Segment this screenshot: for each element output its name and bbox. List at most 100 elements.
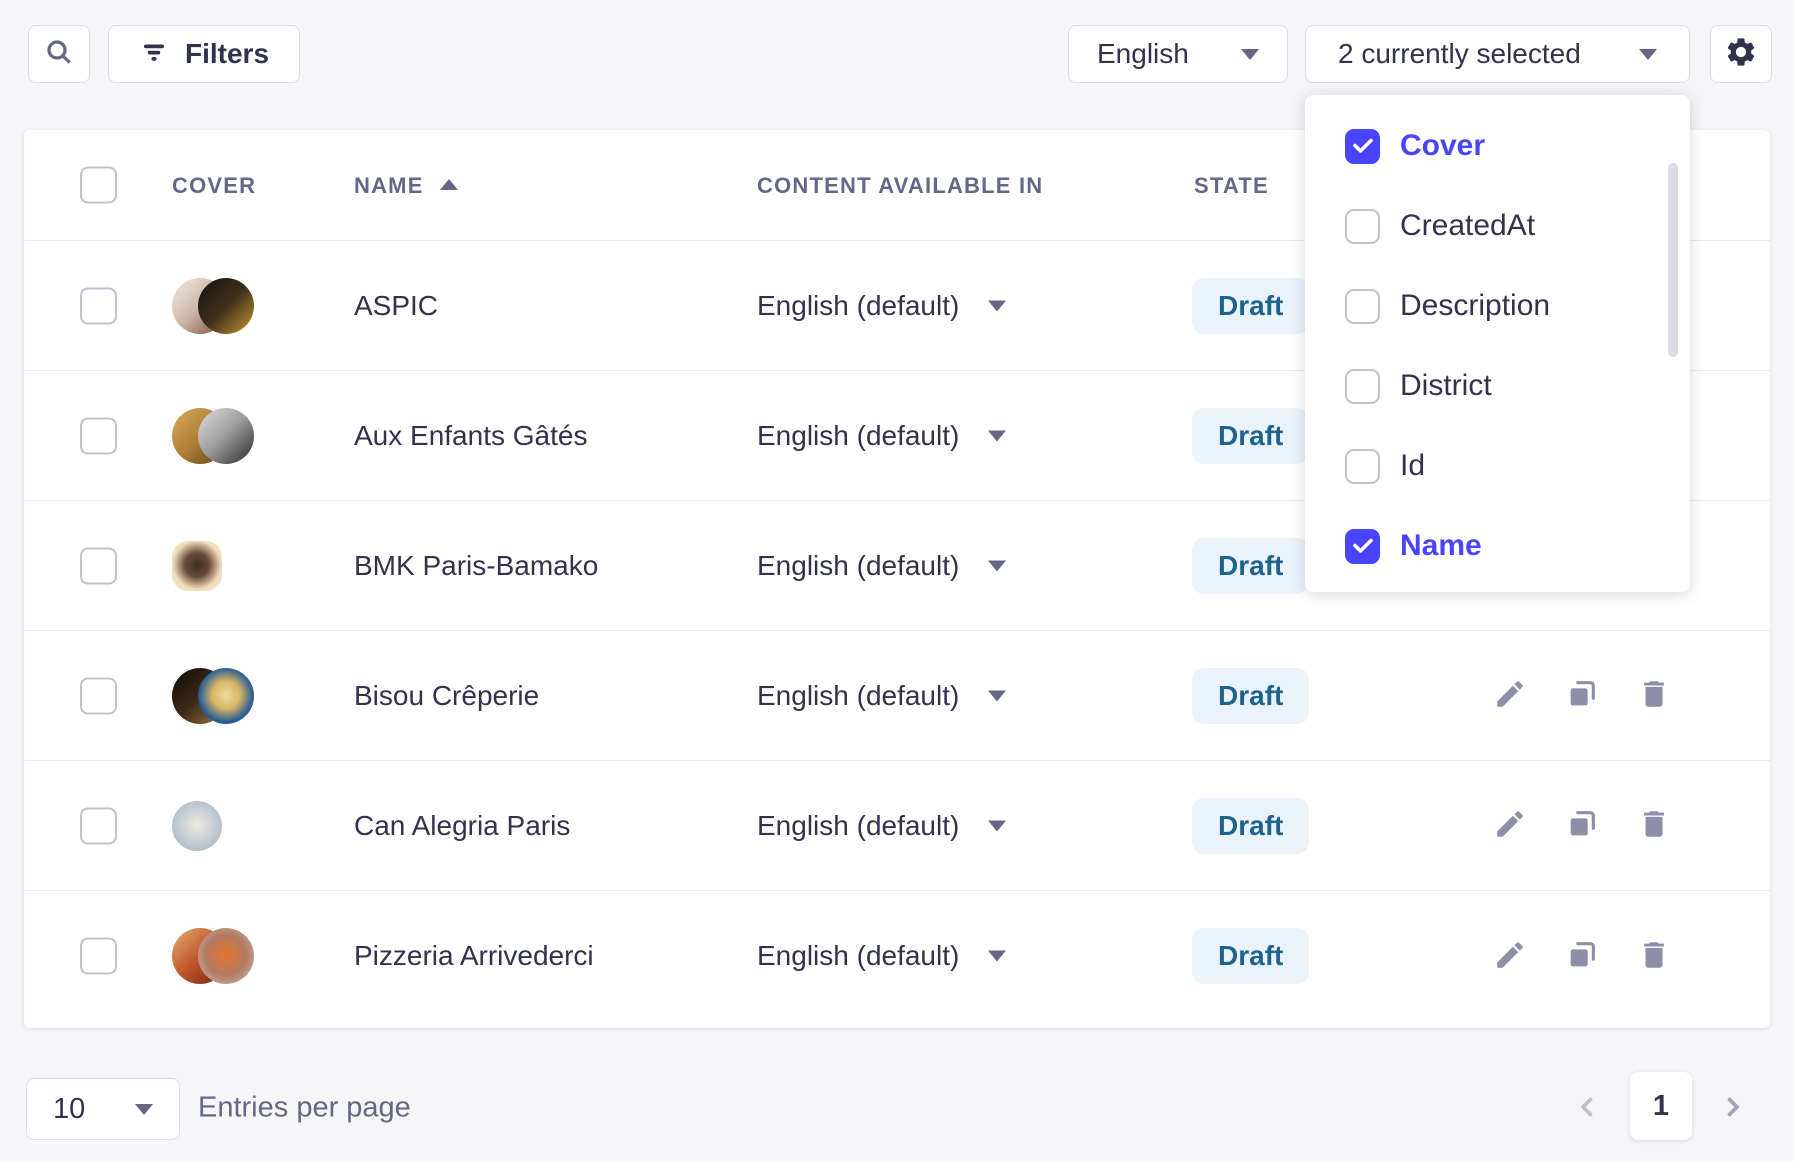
name-cell: BMK Paris-Bamako xyxy=(354,550,598,582)
column-settings-select[interactable]: 2 currently selected xyxy=(1305,25,1690,83)
row-checkbox[interactable] xyxy=(80,547,117,584)
table-row[interactable]: Pizzeria Arrivederci English (default) D… xyxy=(24,891,1770,1021)
column-toggle-item[interactable]: District xyxy=(1305,346,1690,426)
caret-down-icon[interactable] xyxy=(988,560,1006,571)
table-row[interactable]: Can Alegria Paris English (default) Draf… xyxy=(24,761,1770,891)
cover-cell xyxy=(172,928,276,984)
locale-select[interactable]: English (default) xyxy=(757,550,959,582)
chevron-right-icon xyxy=(1717,1092,1747,1125)
status-badge: Draft xyxy=(1192,278,1309,334)
column-toggle-item[interactable]: CreatedAt xyxy=(1305,186,1690,266)
edit-button[interactable] xyxy=(1490,676,1530,716)
trash-button[interactable] xyxy=(1634,676,1674,716)
column-toggle-item[interactable]: Cover xyxy=(1305,106,1690,186)
select-all-checkbox[interactable] xyxy=(80,167,117,204)
column-toggle-label: CreatedAt xyxy=(1400,209,1535,243)
cover-cell xyxy=(172,408,276,464)
cover-cell xyxy=(172,798,276,854)
status-badge: Draft xyxy=(1192,408,1309,464)
row-actions xyxy=(1490,676,1674,716)
column-checkbox[interactable] xyxy=(1345,449,1380,484)
caret-down-icon[interactable] xyxy=(988,690,1006,701)
locale-select[interactable]: English (default) xyxy=(757,290,959,322)
edit-button[interactable] xyxy=(1490,936,1530,976)
dropdown-scrollbar[interactable] xyxy=(1668,163,1678,357)
table-row[interactable]: Bisou Crêperie English (default) Draft xyxy=(24,631,1770,761)
edit-button[interactable] xyxy=(1490,806,1530,846)
column-header-name[interactable]: NAME xyxy=(354,130,458,241)
caret-down-icon[interactable] xyxy=(988,430,1006,441)
sort-ascending-icon xyxy=(440,179,458,190)
cover-image xyxy=(198,668,254,724)
settings-button[interactable] xyxy=(1710,25,1772,83)
locale-select[interactable]: English (default) xyxy=(757,940,959,972)
trash-icon xyxy=(1637,807,1671,844)
cover-image xyxy=(172,541,222,591)
row-checkbox[interactable] xyxy=(80,287,117,324)
duplicate-button[interactable] xyxy=(1562,806,1602,846)
page-size-value: 10 xyxy=(53,1093,85,1126)
column-header-state[interactable]: STATE xyxy=(1194,130,1269,241)
column-toggle-item[interactable]: Name xyxy=(1305,506,1690,586)
column-checkbox[interactable] xyxy=(1345,289,1380,324)
caret-down-icon xyxy=(135,1104,153,1115)
status-badge: Draft xyxy=(1192,538,1309,594)
column-checkbox[interactable] xyxy=(1345,369,1380,404)
duplicate-icon xyxy=(1565,938,1599,975)
cover-cell xyxy=(172,668,276,724)
row-checkbox[interactable] xyxy=(80,807,117,844)
status-badge: Draft xyxy=(1192,798,1309,854)
search-icon xyxy=(43,36,75,73)
cover-cell xyxy=(172,538,276,594)
row-checkbox[interactable] xyxy=(80,938,117,975)
caret-down-icon xyxy=(1241,49,1259,60)
trash-button[interactable] xyxy=(1634,806,1674,846)
column-header-cover[interactable]: COVER xyxy=(172,130,256,241)
caret-down-icon[interactable] xyxy=(988,300,1006,311)
chevron-left-icon xyxy=(1573,1092,1603,1125)
column-toggle-item[interactable]: Description xyxy=(1305,266,1690,346)
caret-down-icon xyxy=(1639,49,1657,60)
name-cell: Aux Enfants Gâtés xyxy=(354,420,587,452)
next-page-button[interactable] xyxy=(1712,1076,1752,1140)
search-button[interactable] xyxy=(28,25,90,83)
column-toggle-label: Id xyxy=(1400,449,1425,483)
column-settings-value: 2 currently selected xyxy=(1338,38,1581,70)
language-select[interactable]: English xyxy=(1068,25,1288,83)
filters-button[interactable]: Filters xyxy=(108,25,300,83)
language-select-value: English xyxy=(1097,38,1189,70)
filters-button-label: Filters xyxy=(185,38,269,70)
cover-cell xyxy=(172,278,276,334)
name-cell: Pizzeria Arrivederci xyxy=(354,940,594,972)
locale-select[interactable]: English (default) xyxy=(757,810,959,842)
duplicate-icon xyxy=(1565,807,1599,844)
row-actions xyxy=(1490,936,1674,976)
row-checkbox[interactable] xyxy=(80,677,117,714)
duplicate-button[interactable] xyxy=(1562,936,1602,976)
page-size-select[interactable]: 10 xyxy=(26,1078,180,1140)
duplicate-icon xyxy=(1565,677,1599,714)
duplicate-button[interactable] xyxy=(1562,676,1602,716)
row-checkbox[interactable] xyxy=(80,417,117,454)
column-checkbox[interactable] xyxy=(1345,209,1380,244)
locale-select[interactable]: English (default) xyxy=(757,680,959,712)
trash-button[interactable] xyxy=(1634,936,1674,976)
column-toggle-label: Description xyxy=(1400,289,1550,323)
column-checkbox[interactable] xyxy=(1345,129,1380,164)
page-1-button[interactable]: 1 xyxy=(1630,1072,1692,1140)
column-header-content-available-in[interactable]: CONTENT AVAILABLE IN xyxy=(757,130,1043,241)
column-settings-dropdown: Cover CreatedAt Description District Id xyxy=(1305,95,1690,592)
column-settings-list: Cover CreatedAt Description District Id xyxy=(1305,106,1690,586)
status-badge: Draft xyxy=(1192,668,1309,724)
trash-icon xyxy=(1637,677,1671,714)
cover-image xyxy=(198,408,254,464)
cover-image xyxy=(198,928,254,984)
previous-page-button[interactable] xyxy=(1568,1076,1608,1140)
caret-down-icon[interactable] xyxy=(988,951,1006,962)
locale-select[interactable]: English (default) xyxy=(757,420,959,452)
caret-down-icon[interactable] xyxy=(988,820,1006,831)
column-toggle-item[interactable]: Id xyxy=(1305,426,1690,506)
status-badge: Draft xyxy=(1192,928,1309,984)
column-checkbox[interactable] xyxy=(1345,529,1380,564)
edit-pencil-icon xyxy=(1493,677,1527,714)
